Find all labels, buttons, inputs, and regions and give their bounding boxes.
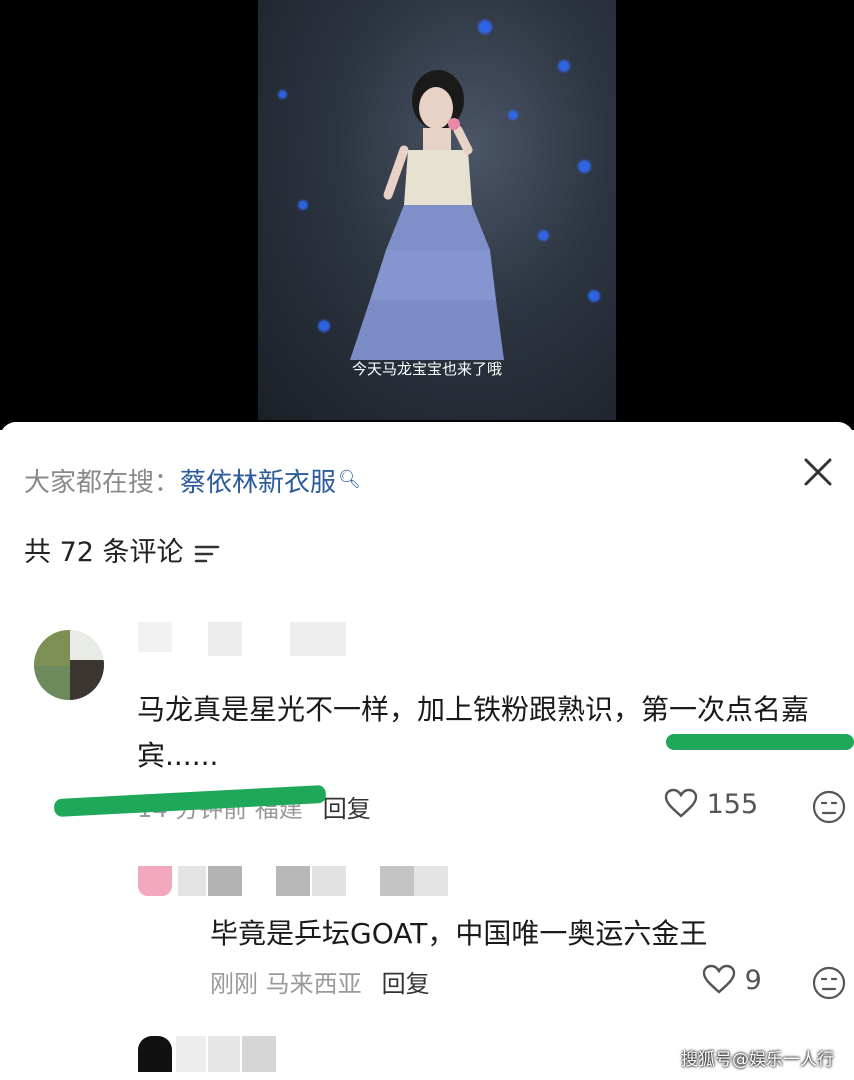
like-count: 155 (706, 789, 759, 820)
like-button[interactable]: 155 (664, 788, 758, 820)
emoji-icon[interactable] (812, 966, 846, 1000)
search-icon: 🔍︎ (338, 469, 361, 490)
reply-button[interactable]: 回复 (323, 795, 371, 823)
watermark: 搜狐号@娱乐一人行 (681, 1050, 834, 1070)
video-caption: 今天马龙宝宝也来了哦 (351, 360, 502, 378)
video-frame (258, 0, 616, 420)
reply-time: 刚刚 (210, 970, 258, 998)
trending-search-label: 大家都在搜： (24, 468, 181, 498)
reply-meta: 刚刚 马来西亚 回复 (210, 964, 430, 999)
reply-location: 马来西亚 (265, 970, 362, 998)
avatar[interactable] (34, 630, 104, 700)
comment-count-text: 共 72 条评论 (24, 537, 184, 568)
close-icon[interactable] (798, 452, 838, 492)
trending-search-term[interactable]: 蔡依林新衣服 (180, 468, 336, 498)
heart-icon (702, 964, 736, 994)
performer-figure (350, 70, 504, 360)
highlight-underline (666, 734, 854, 750)
reply-button[interactable]: 回复 (382, 970, 430, 998)
trending-search[interactable]: 大家都在搜：蔡依林新衣服 🔍︎ (24, 462, 361, 499)
comment-count: 共 72 条评论 (24, 530, 220, 569)
heart-icon (664, 788, 698, 818)
like-button[interactable]: 9 (702, 964, 762, 996)
sort-icon[interactable] (194, 543, 220, 565)
comment-sheet: 大家都在搜：蔡依林新衣服 🔍︎ 共 72 条评论 马龙真是星光不一样，加上铁粉跟熟… (0, 422, 854, 1080)
emoji-icon[interactable] (812, 790, 846, 824)
reply-text: 毕竟是乒坛GOAT，中国唯一奥运六金王 (210, 917, 708, 950)
like-count: 9 (744, 965, 762, 996)
video-player[interactable]: 今天马龙宝宝也来了哦 (0, 0, 854, 430)
comment-text: 马龙真是星光不一样，加上铁粉跟熟识，第一次点名嘉宾...... (137, 693, 810, 772)
